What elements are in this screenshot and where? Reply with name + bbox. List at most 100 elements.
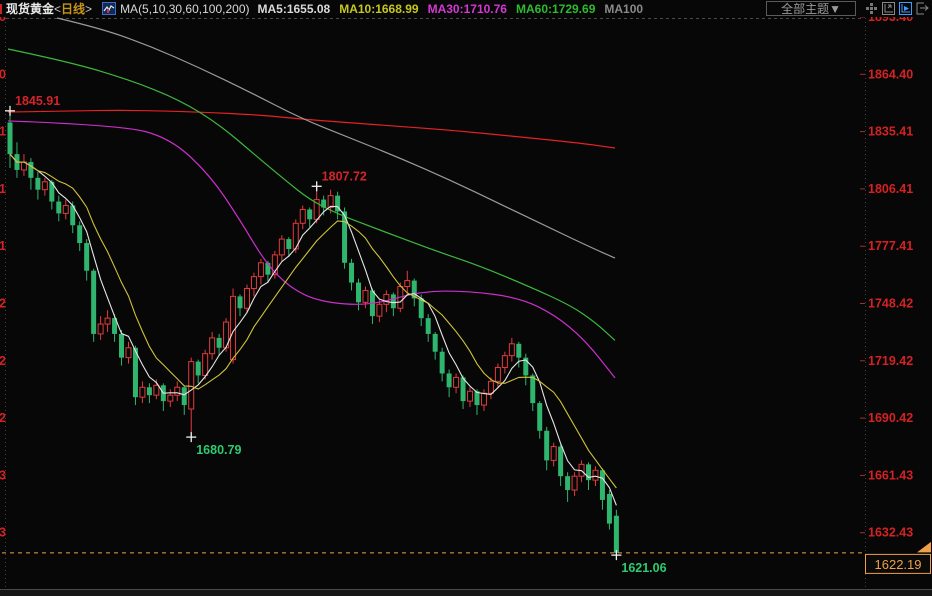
legend-ma5: MA5:1655.08 [257, 2, 330, 16]
candle-body [565, 476, 570, 490]
candle-body [168, 395, 173, 401]
candle-body [91, 271, 96, 334]
candle-body [600, 470, 605, 500]
detach-window-icon[interactable] [915, 2, 929, 16]
candle-body [182, 387, 187, 405]
candle-body [154, 385, 159, 395]
y-axis-label-left-clipped: 1835.41 [0, 125, 6, 139]
y-axis-label-left-clipped: 1777.41 [0, 239, 6, 253]
clipped-axis-digit [0, 4, 2, 14]
candle-body [468, 391, 473, 401]
chart-icon-bar [107, 9, 109, 13]
candle-body [614, 516, 619, 553]
y-axis-label-right: 1719.42 [868, 354, 913, 368]
pan-glyph [866, 3, 877, 14]
symbol-title[interactable]: 现货黄金 [6, 0, 54, 17]
candle-body [405, 281, 410, 287]
price-annotation: 1807.72 [322, 169, 367, 183]
candle-body [516, 344, 521, 358]
candle-body [286, 239, 291, 249]
candle-body [147, 387, 152, 395]
candlestick-chart[interactable]: 1893.401893.401864.401864.401835.411835.… [0, 0, 932, 596]
y-axis-label-left-clipped: 1748.42 [0, 297, 6, 311]
candle-body [98, 324, 103, 334]
axis-scale-icon[interactable] [881, 2, 895, 16]
candle-body [607, 494, 612, 524]
y-axis-label-right: 1835.41 [868, 125, 913, 139]
y-axis-label-right: 1748.42 [868, 297, 913, 311]
candle-body [140, 387, 145, 397]
candle-body [558, 447, 563, 477]
trading-chart-app: 现货黄金 < 日线 > MA(5,10,30,60,100,200) MA5:1… [0, 0, 932, 596]
candle-body [447, 373, 452, 387]
candle-body [377, 304, 382, 316]
candle-body [56, 202, 61, 214]
y-axis-label-left-clipped: 1690.42 [0, 411, 6, 425]
period-label[interactable]: 日线 [61, 0, 85, 17]
candle-body [433, 334, 438, 352]
candle-body [119, 334, 124, 358]
ma-line-ma30 [8, 121, 615, 378]
detach-icon-arrow [920, 6, 928, 11]
axis-icon-frame [882, 3, 894, 15]
candle-body [35, 178, 40, 190]
pan-icon[interactable] [864, 2, 878, 16]
indicator-label: MA(5,10,30,60,100,200) [120, 2, 249, 16]
y-axis-label-left-clipped: 1661.43 [0, 468, 6, 482]
y-axis-label-left-clipped: 1806.41 [0, 182, 6, 196]
y-axis-label-right: 1632.43 [868, 526, 913, 540]
candle-body [481, 393, 486, 405]
y-axis-label-left-clipped: 1719.42 [0, 354, 6, 368]
candle-body [384, 294, 389, 304]
candle-body [8, 123, 13, 155]
candle-body [63, 206, 68, 214]
ma-line-ma60 [8, 49, 615, 340]
current-price-marker-icon [917, 542, 931, 553]
chart-play-icon[interactable] [898, 2, 912, 16]
candle-body [217, 338, 222, 348]
legend-ma60: MA60:1729.69 [516, 2, 595, 16]
price-annotation: 1680.79 [196, 443, 241, 457]
candle-body [328, 196, 333, 208]
legend-ma10: MA10:1668.99 [339, 2, 418, 16]
legend-ma30: MA30:1710.76 [428, 2, 507, 16]
candle-body [307, 209, 312, 219]
y-axis-label-left-clipped: 1864.40 [0, 67, 6, 81]
candle-body [551, 447, 556, 461]
candle-body [391, 294, 396, 308]
theme-dropdown-button[interactable]: 全部主题▼ [766, 1, 856, 16]
candle-body [454, 377, 459, 387]
chart-header-bar: 现货黄金 < 日线 > MA(5,10,30,60,100,200) MA5:1… [0, 0, 932, 17]
candle-body [509, 344, 514, 356]
candle-body [544, 431, 549, 461]
candle-body [495, 368, 500, 382]
y-axis-label-left-clipped: 1632.43 [0, 526, 6, 540]
candle-body [279, 239, 284, 255]
ma-line-ma200 [8, 110, 615, 148]
candle-body [258, 263, 263, 277]
candle-body [593, 470, 598, 480]
candle-body [231, 296, 236, 359]
candle-body [440, 352, 445, 374]
legend-ma100: MA100 [604, 2, 643, 16]
candle-body [189, 362, 194, 409]
y-axis-label-right: 1806.41 [868, 182, 913, 196]
candle-body [238, 296, 243, 308]
period-bracket-close: > [85, 2, 92, 16]
candle-body [126, 348, 131, 358]
y-axis-label-right: 1864.40 [868, 67, 913, 81]
candle-body [537, 403, 542, 431]
candle-body [363, 290, 368, 302]
candle-body [203, 354, 208, 376]
candle-body [105, 318, 110, 324]
candle-body [300, 209, 305, 223]
candle-body [196, 362, 201, 376]
y-axis-label-right: 1690.42 [868, 411, 913, 425]
y-axis-label-right: 1661.43 [868, 468, 913, 482]
price-annotation: 1621.06 [621, 561, 666, 575]
y-axis-label-right: 1777.41 [868, 239, 913, 253]
chart-type-icon[interactable] [102, 2, 116, 15]
candle-body [175, 387, 180, 395]
candle-body [488, 381, 493, 393]
axis-icon-glyph [885, 4, 893, 12]
